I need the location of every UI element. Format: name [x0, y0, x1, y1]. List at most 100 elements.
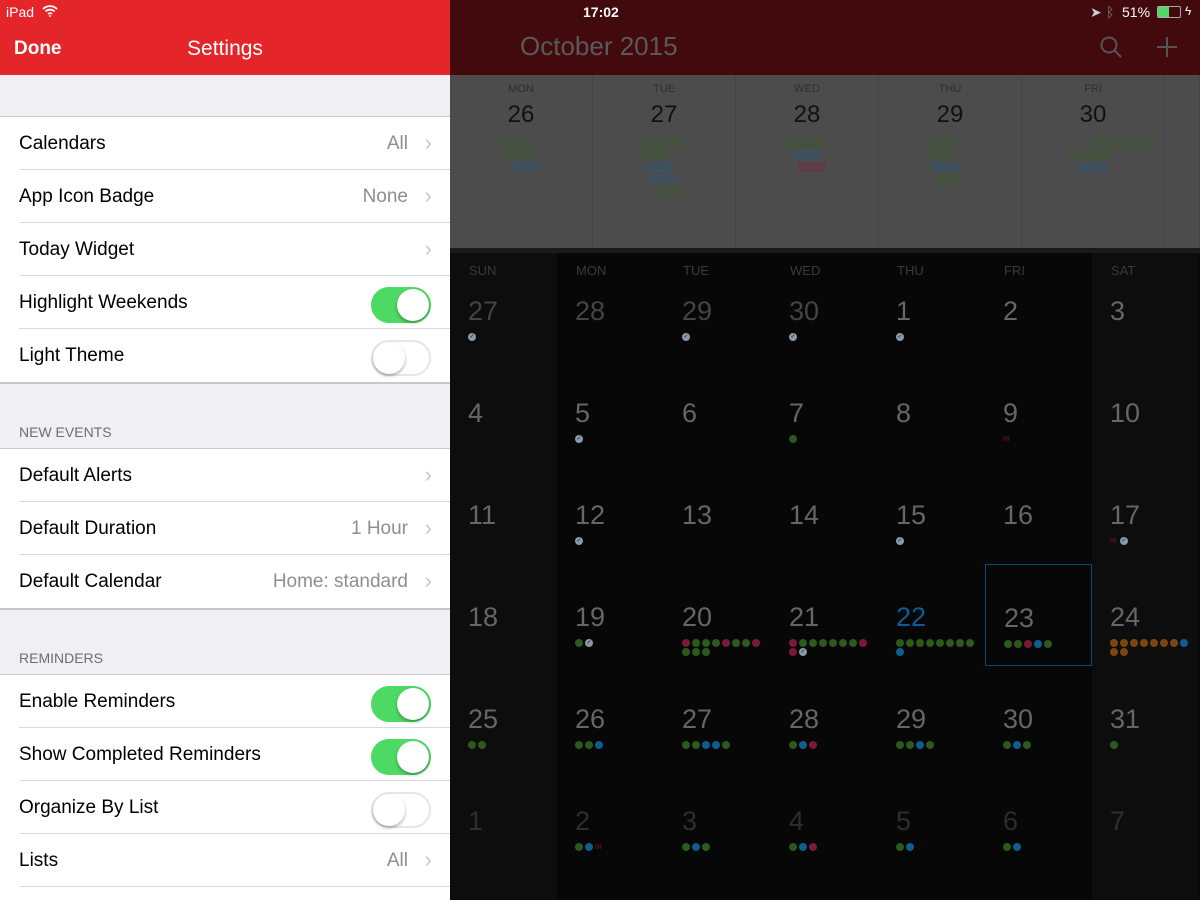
event-dot[interactable] [1150, 639, 1158, 647]
day-cell[interactable]: 12 ✓ [557, 462, 664, 564]
day-cell[interactable]: 14 [771, 462, 878, 564]
event-dot[interactable] [1044, 640, 1052, 648]
day-cell[interactable]: 7 [1092, 768, 1199, 870]
event-dot[interactable] [896, 843, 904, 851]
event-dot[interactable] [585, 843, 593, 851]
event-dot[interactable] [682, 639, 690, 647]
event-dot[interactable] [1023, 741, 1031, 749]
settings-row-today-widget[interactable]: Today Widget › [0, 223, 450, 276]
day-cell[interactable]: 30 [985, 666, 1092, 768]
settings-row-organize-by-list[interactable]: Organize By List [0, 781, 450, 834]
event-dot[interactable] [702, 741, 710, 749]
event-dot[interactable] [799, 843, 807, 851]
add-event-icon[interactable] [1156, 36, 1178, 63]
event-dot[interactable] [1170, 639, 1178, 647]
event-dot[interactable] [702, 639, 710, 647]
organize-by-listtoggle[interactable] [371, 792, 431, 828]
event-dot[interactable] [712, 639, 720, 647]
day-cell[interactable]: 13 [664, 462, 771, 564]
event-dot[interactable] [789, 648, 797, 656]
day-cell[interactable]: 28 [557, 258, 664, 360]
event-dot[interactable] [1140, 639, 1148, 647]
event-block[interactable] [498, 139, 531, 147]
day-cell[interactable]: 17 m ✓ [1092, 462, 1199, 564]
event-dot[interactable] [896, 741, 904, 749]
event-dot[interactable] [468, 741, 476, 749]
event-block[interactable] [513, 163, 539, 171]
settings-row-highlight-weekends[interactable]: Highlight Weekends [0, 276, 450, 329]
event-dot[interactable] [702, 648, 710, 656]
event-dot[interactable] [1003, 843, 1011, 851]
event-block[interactable] [932, 163, 958, 171]
event-block[interactable] [927, 151, 953, 159]
event-block[interactable] [784, 139, 824, 147]
day-cell[interactable]: 4 [450, 360, 557, 462]
event-block[interactable] [1070, 151, 1110, 159]
event-dot[interactable] [575, 639, 583, 647]
week-day-column[interactable]: THU 29 [879, 75, 1022, 248]
settings-row-app-icon-badge[interactable]: App Icon Badge None › [0, 170, 450, 223]
day-cell[interactable]: 8 [878, 360, 985, 462]
event-dot[interactable] [789, 741, 797, 749]
day-cell[interactable]: 29 [878, 666, 985, 768]
highlight-weekendstoggle[interactable] [371, 287, 431, 323]
day-cell[interactable]: 26 [557, 666, 664, 768]
event-dot[interactable] [1024, 640, 1032, 648]
event-dot[interactable] [906, 843, 914, 851]
day-cell[interactable]: 18 [450, 564, 557, 666]
event-dot[interactable] [1120, 639, 1128, 647]
settings-row-default-alerts[interactable]: Default Alerts › [0, 449, 450, 502]
event-dot[interactable] [906, 741, 914, 749]
event-dot[interactable] [702, 843, 710, 851]
week-day-column[interactable]: FRI 30 [1022, 75, 1165, 248]
event-block[interactable] [1080, 163, 1106, 171]
event-dot[interactable] [936, 639, 944, 647]
event-dot[interactable] [926, 741, 934, 749]
day-cell[interactable]: 2m [557, 768, 664, 870]
event-dot[interactable] [575, 843, 583, 851]
event-dot[interactable] [859, 639, 867, 647]
day-cell[interactable]: 9m [985, 360, 1092, 462]
event-dot[interactable] [722, 639, 730, 647]
show-completed-reminderstoggle[interactable] [371, 739, 431, 775]
day-cell[interactable]: 25 [450, 666, 557, 768]
event-dot[interactable] [916, 741, 924, 749]
day-cell[interactable]: 23 [985, 564, 1092, 666]
event-block[interactable] [646, 163, 672, 171]
event-block[interactable] [794, 151, 820, 159]
event-block[interactable] [651, 175, 677, 183]
day-cell[interactable]: 29 ✓ [664, 258, 771, 360]
day-cell[interactable]: 16 [985, 462, 1092, 564]
day-cell[interactable]: 27 [664, 666, 771, 768]
day-cell[interactable]: 10 [1092, 360, 1199, 462]
event-dot[interactable] [946, 639, 954, 647]
day-cell[interactable]: 31 [1092, 666, 1199, 768]
event-dot[interactable] [1003, 741, 1011, 749]
settings-row-default-calendar[interactable]: Default Calendar Home: standard › [0, 555, 450, 608]
event-dot[interactable] [732, 639, 740, 647]
event-block[interactable] [927, 139, 953, 147]
week-day-column[interactable]: WED 28 [736, 75, 879, 248]
event-dot[interactable] [752, 639, 760, 647]
day-cell[interactable]: 5 [878, 768, 985, 870]
event-dot[interactable] [896, 639, 904, 647]
day-cell[interactable]: 3 [664, 768, 771, 870]
event-dot[interactable] [1004, 640, 1012, 648]
event-dot[interactable] [712, 741, 720, 749]
day-cell[interactable]: 15 ✓ [878, 462, 985, 564]
day-cell[interactable]: 21 ✓ [771, 564, 878, 666]
week-day-column[interactable]: TUE 27 [593, 75, 736, 248]
event-dot[interactable] [839, 639, 847, 647]
day-cell[interactable]: 1 [450, 768, 557, 870]
settings-row-default-duration[interactable]: Default Duration 1 Hour › [0, 502, 450, 555]
day-cell[interactable]: 27 ✓ [450, 258, 557, 360]
event-dot[interactable] [1110, 648, 1118, 656]
day-cell[interactable]: 19 ✓ [557, 564, 664, 666]
event-dot[interactable] [799, 639, 807, 647]
event-dot[interactable] [1120, 648, 1128, 656]
event-dot[interactable] [1180, 639, 1188, 647]
event-dot[interactable] [789, 843, 797, 851]
day-cell[interactable]: 30 ✓ [771, 258, 878, 360]
light-themetoggle[interactable] [371, 340, 431, 376]
day-cell[interactable]: 24 [1092, 564, 1199, 666]
